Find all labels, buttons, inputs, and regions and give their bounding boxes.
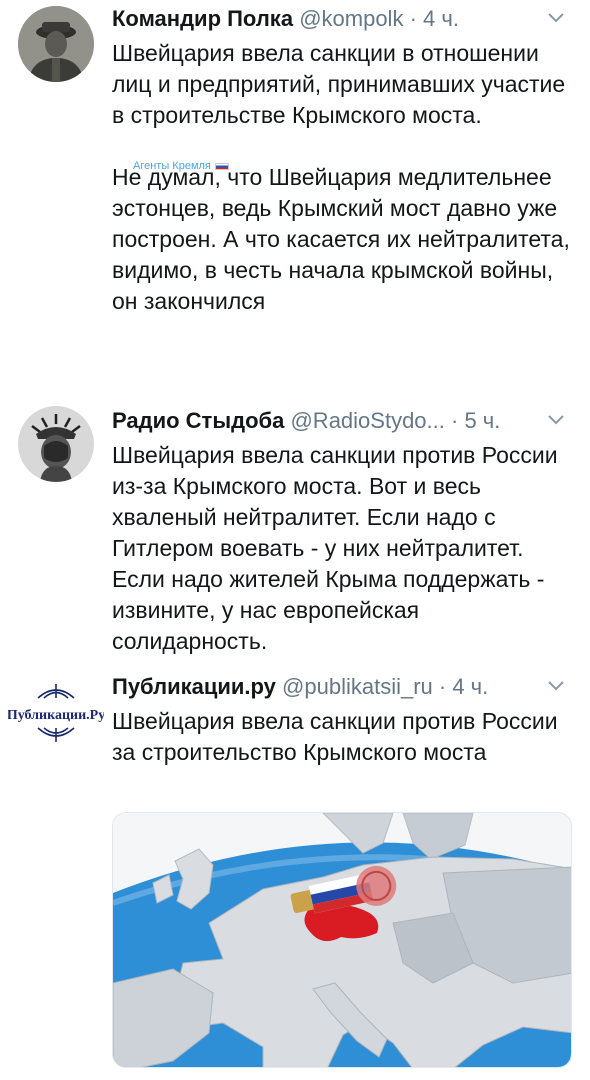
user-handle[interactable]: @RadioStydo... [290,408,444,433]
tweet-paragraph: Швейцария ввела санкции в отношении лиц … [112,40,566,128]
chevron-down-icon[interactable] [544,406,568,434]
display-name[interactable]: Публикации.ру [112,674,276,699]
tweet-1[interactable]: Командир Полка @kompolk · 4 ч. Швейцария… [0,0,590,395]
watermark: Агенты Кремля [133,160,229,172]
tweet-paragraph: Не думал, что Швейцария медлительнее эст… [112,164,570,314]
avatar[interactable]: Публикации.Ру [8,676,104,750]
timestamp[interactable]: · 4 ч. [439,674,488,699]
watermark-text: Агенты Кремля [133,160,211,172]
timestamp[interactable]: · 4 ч. [410,6,459,31]
europe-map-image [113,813,571,1067]
avatar[interactable] [18,406,94,482]
chevron-down-icon[interactable] [544,4,568,32]
statue-of-liberty-avatar-icon [18,406,94,482]
tweet-text: Швейцария ввела санкции против России за… [112,706,572,768]
chevron-down-icon[interactable] [544,672,568,700]
tweet-paragraph: Швейцария ввела санкции против России из… [112,442,558,654]
tweet-paragraph: Швейцария ввела санкции против России за… [112,708,558,765]
tweet-text: Швейцария ввела санкции в отношении лиц … [112,38,572,317]
display-name[interactable]: Радио Стыдоба [112,408,284,433]
timestamp[interactable]: · 5 ч. [451,408,500,433]
user-handle[interactable]: @publikatsii_ru [282,674,433,699]
tweet-media-image[interactable] [112,812,572,1068]
user-handle[interactable]: @kompolk [299,6,403,31]
tweet-header: Публикации.ру @publikatsii_ru · 4 ч. [112,672,572,706]
tweet-text: Швейцария ввела санкции против России из… [112,440,572,657]
soldier-avatar-icon [18,6,94,82]
flag-icon [214,162,229,170]
tweet-header: Командир Полка @kompolk · 4 ч. [112,4,572,38]
avatar[interactable] [18,6,94,82]
svg-text:Публикации.Ру: Публикации.Ру [8,708,104,723]
tweet-2[interactable]: Радио Стыдоба @RadioStydo... · 5 ч. Швей… [0,400,590,665]
display-name[interactable]: Командир Полка [112,6,293,31]
tweet-header: Радио Стыдоба @RadioStydo... · 5 ч. [112,406,572,440]
publikatsii-logo-icon: Публикации.Ру [8,676,104,750]
